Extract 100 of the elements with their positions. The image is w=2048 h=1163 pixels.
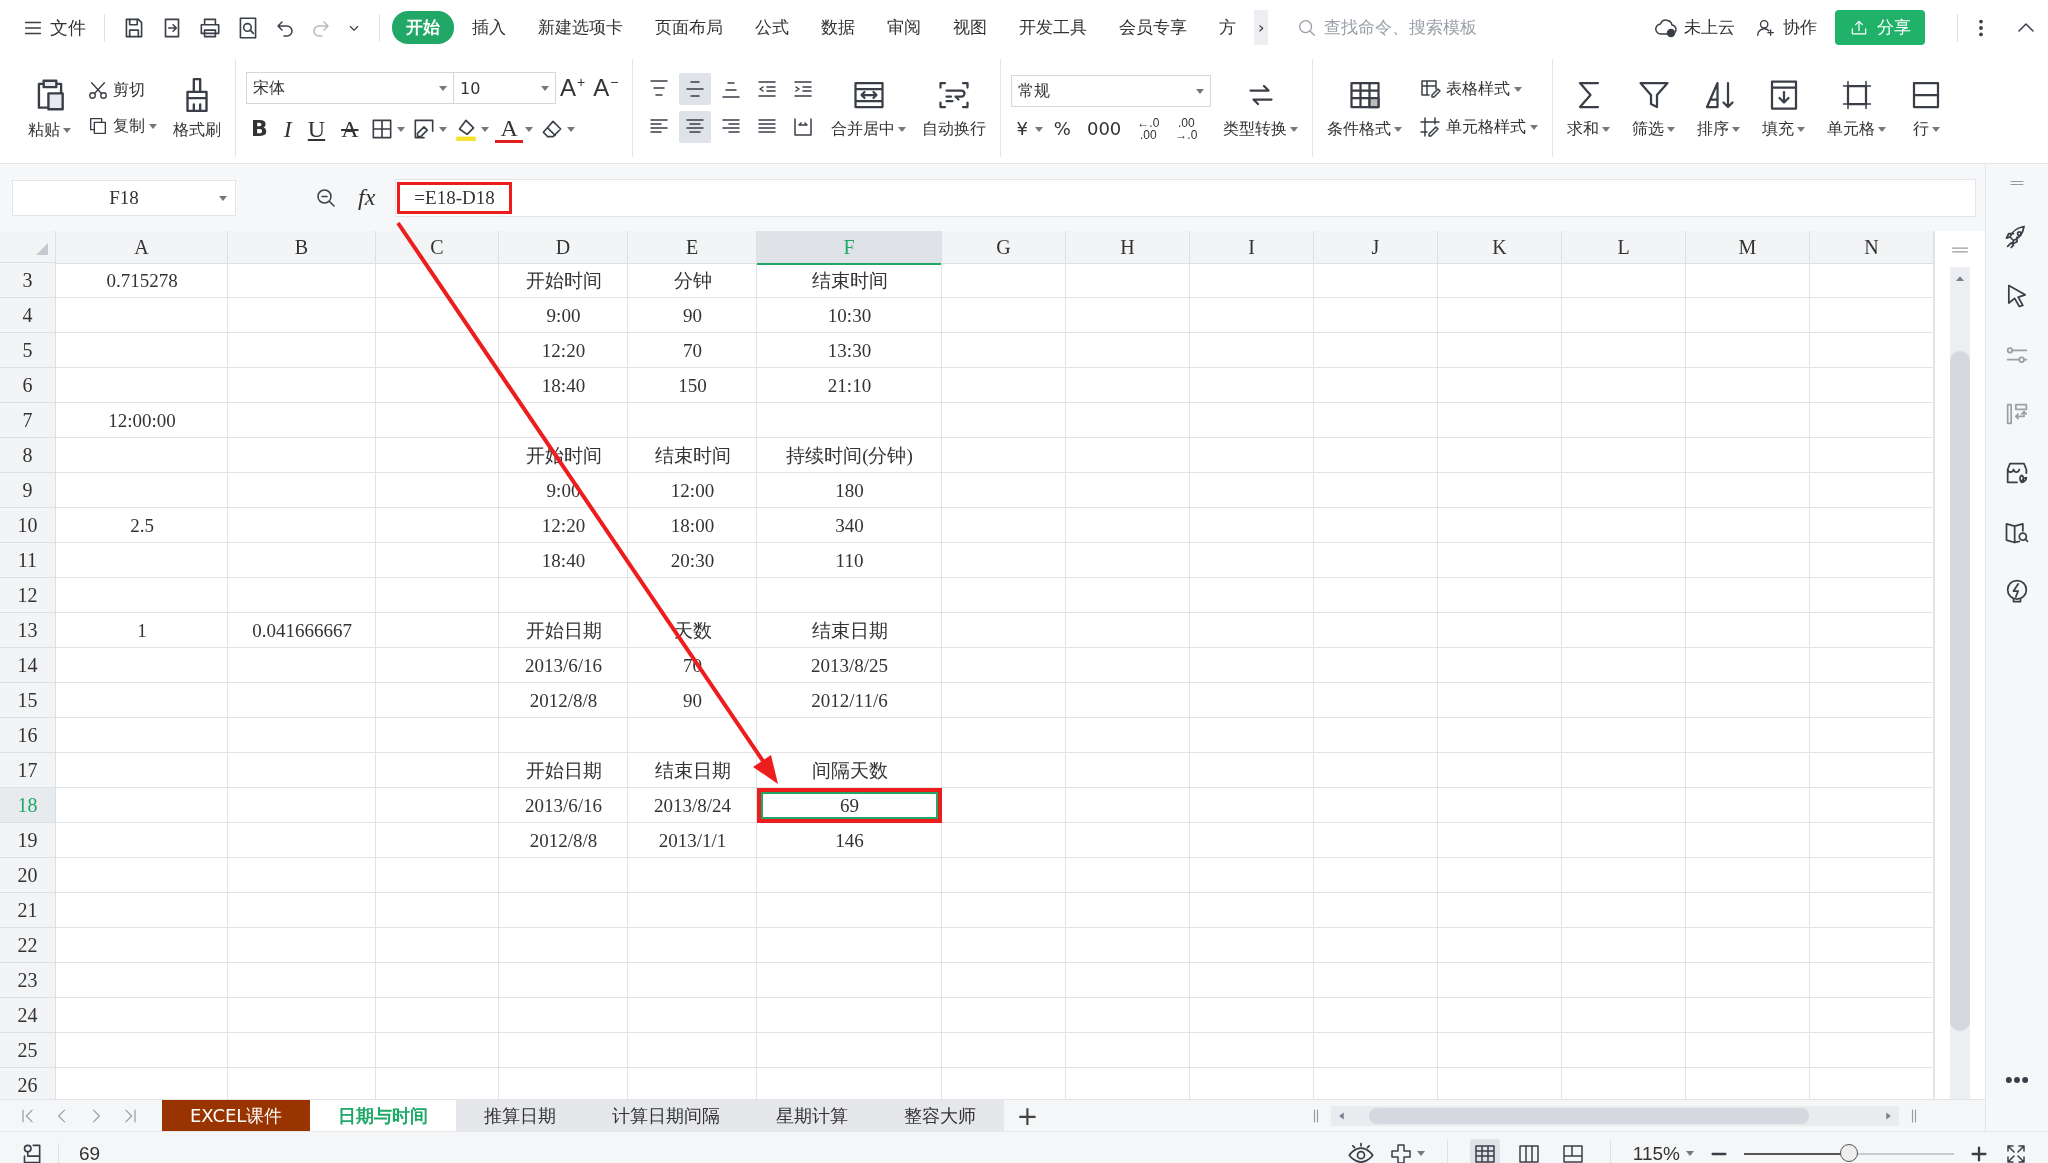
alignment-button[interactable] [679,111,712,143]
caret-icon[interactable] [1878,126,1887,132]
row-header[interactable]: 13 [0,613,56,648]
vertical-scrollbar[interactable] [1950,267,1970,1099]
collaborate-button[interactable]: 协作 [1747,12,1825,43]
row-header[interactable]: 4 [0,298,56,333]
column-header[interactable]: L [1562,231,1686,264]
row-header[interactable]: 9 [0,473,56,508]
row-header[interactable]: 20 [0,858,56,893]
caret-icon[interactable] [1290,126,1299,132]
caret-icon[interactable] [1530,124,1539,130]
row-header[interactable]: 5 [0,333,56,368]
caret-icon[interactable] [1667,126,1676,132]
thousands-button[interactable]: 000 [1081,120,1127,138]
ribbon-tab[interactable]: 插入 [458,11,520,44]
column-header[interactable]: M [1686,231,1810,264]
sort-button[interactable]: 排序 [1693,74,1745,142]
caret-icon[interactable] [1196,88,1205,94]
font-name-field[interactable]: 宋体 [246,72,454,104]
caret-icon[interactable] [149,123,157,129]
row-header[interactable]: 15 [0,683,56,718]
column-header[interactable]: I [1190,231,1314,264]
conditional-format-button[interactable]: 条件格式 [1323,74,1407,142]
row-header[interactable]: 6 [0,368,56,403]
underline-button[interactable]: U [302,114,331,144]
column-header[interactable]: N [1810,231,1934,264]
rows-columns-button[interactable]: 行 [1904,74,1949,142]
sheet-tab[interactable]: 整容大师 [876,1100,1005,1131]
horizontal-scrollbar[interactable] [1331,1105,1899,1126]
strikethrough-button[interactable]: A [336,114,364,144]
decrease-decimal-button[interactable]: .00 →.0 [1170,117,1203,141]
column-header[interactable]: H [1066,231,1190,264]
increase-decimal-button[interactable]: ←.0 .00 [1132,117,1165,141]
fill-button[interactable]: 填充 [1758,74,1810,142]
copy-button[interactable]: 复制 [83,113,161,139]
caret-icon[interactable] [1602,126,1611,132]
row-header[interactable]: 23 [0,963,56,998]
name-box[interactable]: F18 [12,179,236,216]
ribbon-tab[interactable]: 新建选项卡 [524,11,637,44]
caret-icon[interactable] [1034,126,1043,132]
ribbon-tab[interactable]: 视图 [939,11,1001,44]
caret-icon[interactable] [1732,126,1741,132]
caret-icon[interactable] [1394,126,1403,132]
row-header[interactable]: 25 [0,1033,56,1068]
caret-icon[interactable] [1416,1151,1425,1156]
row-header[interactable]: 21 [0,893,56,928]
zoom-level-button[interactable]: 115% [1632,1142,1694,1163]
caret-icon[interactable] [524,126,533,132]
column-header[interactable]: J [1314,231,1438,264]
file-menu[interactable]: 文件 [16,11,92,44]
caret-icon[interactable] [541,85,549,91]
ribbon-tab[interactable]: 数据 [807,11,869,44]
cell-style-button[interactable]: 单元格样式 [1414,113,1543,141]
view-button[interactable] [1469,1138,1500,1163]
percent-button[interactable]: % [1048,120,1076,138]
merge-center-button[interactable]: 合并居中 [827,74,911,142]
caret-icon[interactable] [898,126,907,132]
column-header[interactable]: E [628,231,757,264]
caret-icon[interactable] [481,126,490,132]
row-header[interactable]: 16 [0,718,56,753]
row-header[interactable]: 24 [0,998,56,1033]
add-sheet-button[interactable]: + [1004,1100,1051,1131]
ribbon-tab[interactable]: 开发工具 [1005,11,1101,44]
more-tabs-button[interactable]: › [1254,10,1269,45]
caret-icon[interactable] [1686,1151,1694,1156]
column-header[interactable]: D [499,231,628,264]
column-header[interactable]: A [56,231,228,264]
italic-button[interactable]: I [278,114,297,144]
font-size-field[interactable]: 10 [454,72,556,104]
cut-button[interactable]: 剪切 [83,77,161,103]
row-header[interactable]: 11 [0,543,56,578]
row-header[interactable]: 22 [0,928,56,963]
bold-button[interactable]: B [246,114,273,144]
ribbon-tab[interactable]: 方 [1205,11,1250,44]
row-header[interactable]: 10 [0,508,56,543]
formula-field[interactable]: =E18-D18 [395,178,1976,217]
row-header[interactable]: 7 [0,403,56,438]
paste-button[interactable]: 粘贴 [24,73,75,143]
caret-icon[interactable] [1797,126,1806,132]
column-header[interactable]: G [942,231,1066,264]
wrap-text-button[interactable]: 自动换行 [918,74,991,142]
column-header[interactable]: B [228,231,376,264]
caret-icon[interactable] [439,126,448,132]
zoom-slider[interactable] [1744,1143,1954,1163]
caret-icon[interactable] [397,126,406,132]
caret-icon[interactable] [439,85,447,91]
sheet-tab[interactable]: 星期计算 [748,1100,877,1131]
table-style-button[interactable]: 表格样式 [1414,75,1543,103]
font-color-button[interactable]: A [495,115,523,143]
number-format-field[interactable]: 常规 [1011,75,1212,107]
grow-font-button[interactable]: A+ [556,74,590,102]
row-header[interactable]: 17 [0,753,56,788]
caret-icon[interactable] [566,126,575,132]
caret-icon[interactable] [1931,126,1940,132]
ribbon-tab[interactable]: 审阅 [873,11,935,44]
row-header[interactable]: 19 [0,823,56,858]
filter-button[interactable]: 筛选 [1628,74,1680,142]
caret-icon[interactable] [1514,86,1523,92]
ribbon-tab[interactable]: 页面布局 [641,11,737,44]
row-header[interactable]: 12 [0,578,56,613]
